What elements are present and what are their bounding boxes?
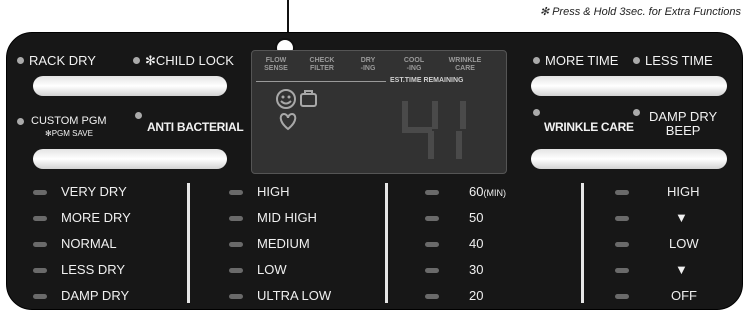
less-time-indicator-icon — [633, 57, 640, 64]
cooling-indicator: COOL -ING — [403, 57, 425, 72]
volume-low[interactable]: LOW — [669, 236, 699, 251]
time-20[interactable]: 20 — [469, 288, 483, 303]
custom-pgm-indicator-icon — [17, 118, 24, 125]
time-50-led — [425, 216, 439, 221]
est-time-label: EST.TIME REMAINING — [390, 77, 464, 84]
rack-dry-indicator-icon — [17, 57, 24, 64]
time-40-led — [425, 242, 439, 247]
dry-level-damp-dry[interactable]: DAMP DRY — [61, 288, 129, 303]
rack-dry-button[interactable] — [33, 76, 227, 96]
temp-low[interactable]: LOW — [257, 262, 287, 277]
wrinkle-care-button[interactable] — [531, 149, 727, 169]
wrinkle-care-label: WRINKLE CARE — [544, 120, 634, 134]
less-time-label: LESS TIME — [645, 53, 713, 68]
child-lock-indicator-icon — [133, 57, 140, 64]
volume-low-led — [615, 242, 629, 247]
damp-dry-led — [33, 294, 47, 299]
more-time-label: MORE TIME — [545, 53, 619, 68]
smile-icon — [276, 89, 317, 131]
status-display: FLOW SENSE CHECK FILTER DRY -ING COOL -ING W… — [251, 50, 507, 174]
time-30-led — [425, 268, 439, 273]
child-lock-label: ✻CHILD LOCK — [145, 53, 234, 68]
dry-level-less-dry[interactable]: LESS DRY — [61, 262, 125, 277]
anti-bacterial-label: ANTI BACTERIAL — [147, 120, 244, 134]
volume-high-led — [615, 190, 629, 195]
column-divider-1 — [187, 183, 190, 303]
temp-medium[interactable]: MEDIUM — [257, 236, 310, 251]
anti-bacterial-indicator-icon — [135, 112, 142, 119]
dry-level-more-dry[interactable]: MORE DRY — [61, 210, 131, 225]
pgm-save-label: ✻PGM SAVE — [45, 129, 93, 138]
temp-mid-high-led — [229, 216, 243, 221]
damp-dry-beep-label: DAMP DRY BEEP — [649, 109, 718, 138]
temp-low-led — [229, 268, 243, 273]
drying-indicator: DRY -ING — [360, 57, 376, 72]
normal-led — [33, 242, 47, 247]
rack-dry-label: RACK DRY — [29, 53, 96, 68]
custom-pgm-label: CUSTOM PGM — [31, 115, 107, 127]
control-panel: RACK DRY ✻CHILD LOCK CUSTOM PGM ✻PGM SAV… — [6, 32, 743, 310]
very-dry-led — [33, 190, 47, 195]
flow-sense-indicator: FLOW SENSE — [264, 57, 288, 72]
extra-functions-note: ✻ Press & Hold 3sec. for Extra Functions — [539, 6, 741, 18]
volume-high[interactable]: HIGH — [667, 184, 700, 199]
time-adjust-button[interactable] — [531, 76, 727, 96]
volume-down-arrow-icon: ▼ — [675, 210, 688, 225]
time-20-led — [425, 294, 439, 299]
wrinkle-care-indicator: WRINKLE CARE — [448, 57, 482, 72]
custom-pgm-button[interactable] — [33, 149, 227, 169]
time-60[interactable]: 60(MIN) — [469, 184, 506, 199]
volume-mid-led — [615, 216, 629, 221]
temp-ultra-low[interactable]: ULTRA LOW — [257, 288, 331, 303]
temp-medium-led — [229, 242, 243, 247]
time-60-led — [425, 190, 439, 195]
temp-mid-high[interactable]: MID HIGH — [257, 210, 317, 225]
less-dry-led — [33, 268, 47, 273]
volume-off[interactable]: OFF — [671, 288, 697, 303]
time-40[interactable]: 40 — [469, 236, 483, 251]
dry-level-very-dry[interactable]: VERY DRY — [61, 184, 127, 199]
temp-high-led — [229, 190, 243, 195]
dry-level-normal[interactable]: NORMAL — [61, 236, 117, 251]
time-50[interactable]: 50 — [469, 210, 483, 225]
temp-high[interactable]: HIGH — [257, 184, 290, 199]
more-dry-led — [33, 216, 47, 221]
display-divider — [256, 81, 386, 82]
volume-off-led — [615, 294, 629, 299]
column-divider-3 — [581, 183, 584, 303]
check-filter-indicator: CHECK FILTER — [309, 57, 335, 72]
volume-down-arrow-2-icon: ▼ — [675, 262, 688, 277]
damp-dry-indicator-icon — [633, 109, 640, 116]
wrinkle-care-button-indicator-icon — [533, 109, 540, 116]
temp-ultra-low-led — [229, 294, 243, 299]
column-divider-2 — [385, 183, 388, 303]
time-30[interactable]: 30 — [469, 262, 483, 277]
more-time-indicator-icon — [533, 57, 540, 64]
time-unit: (MIN) — [483, 188, 506, 198]
volume-lower-led — [615, 268, 629, 273]
